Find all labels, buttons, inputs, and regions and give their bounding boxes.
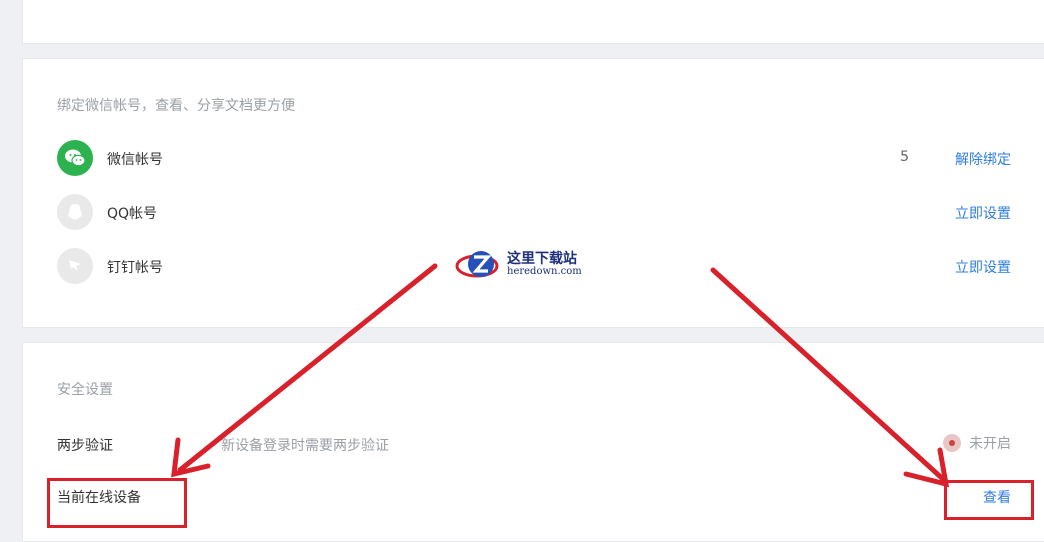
highlight-box-view-link: [944, 480, 1034, 520]
account-label: 钉钉帐号: [107, 260, 163, 276]
two-step-description: 新设备登录时需要两步验证: [221, 438, 389, 454]
highlight-box-online-devices: [47, 478, 187, 528]
account-label: 微信帐号: [107, 152, 163, 168]
watermark-name: 这里下载站: [507, 251, 577, 267]
two-step-label: 两步验证: [57, 438, 113, 454]
account-row-qq: QQ帐号 立即设置: [23, 193, 1044, 233]
top-card: [22, 0, 1044, 44]
account-row-wechat: 微信帐号 5 解除绑定: [23, 139, 1044, 179]
account-label: QQ帐号: [107, 206, 158, 222]
setup-qq-link[interactable]: 立即设置: [955, 203, 1011, 223]
two-step-status[interactable]: 未开启: [943, 433, 1011, 453]
binding-hint: 绑定微信帐号，查看、分享文档更方便: [57, 98, 295, 114]
wechat-icon: [57, 140, 93, 176]
account-binding-card: 绑定微信帐号，查看、分享文档更方便 微信帐号 5 解除绑定 QQ帐号 立即设置: [22, 58, 1044, 328]
unbind-wechat-link[interactable]: 解除绑定: [955, 149, 1011, 169]
dingtalk-icon: [57, 248, 93, 284]
site-watermark: 这里下载站 heredown.com: [455, 246, 582, 284]
account-count: 5: [900, 149, 909, 165]
status-off-icon: [943, 434, 961, 452]
watermark-url: heredown.com: [507, 266, 582, 277]
watermark-logo-icon: [455, 251, 499, 278]
qq-icon: [57, 194, 93, 230]
two-step-status-text: 未开启: [969, 436, 1011, 452]
setup-dingtalk-link[interactable]: 立即设置: [955, 257, 1011, 277]
security-title: 安全设置: [57, 382, 113, 398]
